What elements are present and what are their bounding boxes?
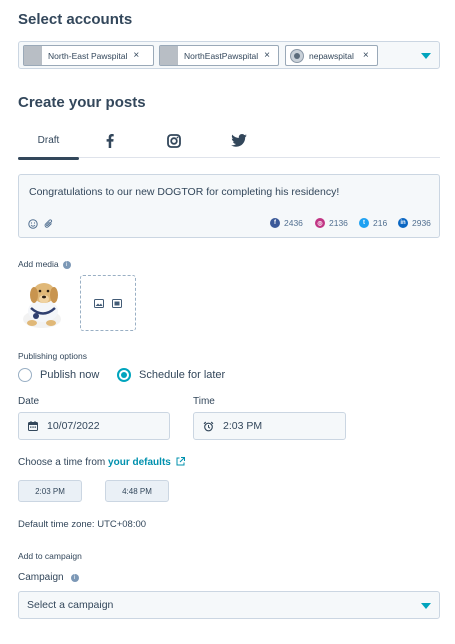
tab-draft[interactable]: Draft [18, 123, 79, 160]
chevron-down-icon[interactable] [421, 603, 431, 609]
info-icon[interactable]: i [70, 574, 79, 582]
remove-account-icon[interactable]: × [133, 50, 139, 61]
campaign-select[interactable]: Select a campaign [18, 591, 440, 619]
remove-account-icon[interactable]: × [363, 50, 369, 61]
accounts-select[interactable]: North-East Pawspital × NorthEastPawspita… [18, 41, 440, 69]
schedule-later-label: Schedule for later [139, 369, 226, 381]
create-posts-heading: Create your posts [18, 94, 146, 111]
default-time-button[interactable]: 2:03 PM [18, 480, 82, 502]
media-thumbnail[interactable] [18, 275, 74, 331]
time-label: Time [193, 396, 215, 407]
instagram-icon: ◎ [315, 218, 325, 228]
image-icon [94, 298, 104, 308]
publish-now-radio[interactable] [18, 368, 32, 382]
publishing-options-label: Publishing options [18, 351, 87, 361]
tab-instagram[interactable] [164, 123, 184, 158]
info-icon[interactable]: i [62, 261, 71, 269]
select-accounts-heading: Select accounts [18, 11, 133, 28]
time-field[interactable]: 2:03 PM [193, 412, 346, 440]
twitter-icon [231, 134, 247, 147]
add-media-label: Add media i [18, 259, 71, 269]
defaults-prompt-text: Choose a time from [18, 457, 109, 468]
attachment-icon[interactable] [44, 219, 54, 229]
post-composer[interactable]: Congratulations to our new DOGTOR for co… [18, 174, 440, 238]
network-tabs: Draft [18, 123, 440, 160]
account-avatar [290, 48, 304, 63]
schedule-later-option[interactable]: Schedule for later [117, 368, 225, 382]
chevron-down-icon[interactable] [421, 53, 431, 59]
remove-account-icon[interactable]: × [264, 50, 270, 61]
campaign-label: Campaign i [18, 572, 79, 583]
default-time-button[interactable]: 4:48 PM [105, 480, 169, 502]
add-to-campaign-label: Add to campaign [18, 551, 82, 561]
date-label: Date [18, 396, 40, 407]
tab-twitter[interactable] [229, 123, 249, 158]
add-media-label-text: Add media [18, 259, 59, 269]
time-value: 2:03 PM [223, 420, 263, 432]
instagram-icon [167, 133, 181, 148]
external-link-icon[interactable] [176, 457, 185, 466]
puppy-image [18, 275, 74, 331]
account-avatar [160, 46, 178, 65]
your-defaults-link[interactable]: your defaults [108, 457, 171, 468]
facebook-count-value: 2436 [284, 218, 303, 228]
video-icon [112, 298, 122, 308]
linkedin-icon: in [398, 218, 408, 228]
facebook-icon [106, 133, 114, 148]
account-avatar [24, 46, 42, 65]
defaults-prompt: Choose a time from your defaults [18, 457, 185, 468]
linkedin-count-value: 2936 [412, 218, 431, 228]
emoji-icon[interactable] [28, 219, 38, 229]
instagram-count: ◎ 2136 [315, 218, 348, 228]
campaign-label-text: Campaign [18, 572, 64, 583]
account-chip[interactable]: North-East Pawspital × [23, 45, 154, 66]
account-chip[interactable]: NorthEastPawspital × [159, 45, 279, 66]
publish-now-option[interactable]: Publish now [18, 368, 99, 382]
date-value: 10/07/2022 [47, 420, 100, 432]
add-media-button[interactable] [80, 275, 136, 331]
schedule-later-radio[interactable] [117, 368, 131, 382]
account-chip[interactable]: nepawspital × [285, 45, 378, 66]
default-timezone: Default time zone: UTC+08:00 [18, 519, 147, 530]
twitter-count: t 216 [359, 218, 387, 228]
twitter-icon: t [359, 218, 369, 228]
tab-facebook[interactable] [100, 123, 120, 158]
campaign-select-value: Select a campaign [27, 599, 114, 611]
publish-now-label: Publish now [40, 369, 100, 381]
account-chip-label: North-East Pawspital [48, 50, 128, 61]
alarm-clock-icon [203, 421, 214, 431]
linkedin-count: in 2936 [398, 218, 431, 228]
date-field[interactable]: 10/07/2022 [18, 412, 170, 440]
calendar-icon [28, 421, 38, 431]
facebook-count: f 2436 [270, 218, 303, 228]
account-chip-label: NorthEastPawspital [184, 50, 259, 61]
instagram-count-value: 2136 [329, 218, 348, 228]
facebook-icon: f [270, 218, 280, 228]
post-text[interactable]: Congratulations to our new DOGTOR for co… [29, 186, 339, 198]
twitter-count-value: 216 [373, 218, 388, 228]
account-chip-label: nepawspital [309, 50, 354, 61]
